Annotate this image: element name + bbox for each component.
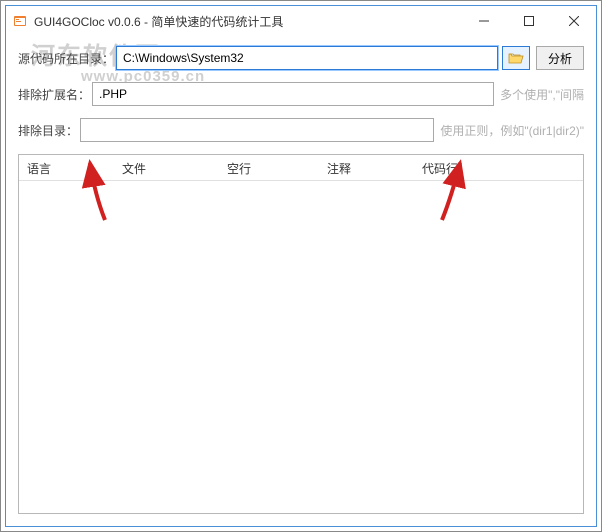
exclude-dir-input[interactable]: [80, 118, 434, 142]
window-title: GUI4GOCloc v0.0.6 - 简单快速的代码统计工具: [34, 13, 461, 30]
source-dir-input[interactable]: [116, 46, 498, 70]
close-button[interactable]: [551, 6, 596, 36]
exclude-dir-label: 排除目录：: [18, 122, 78, 139]
browse-button[interactable]: [502, 46, 530, 70]
exclude-dir-hint: 使用正则，例如"(dir1|dir2)": [440, 122, 584, 139]
source-dir-label: 源代码所在目录：: [18, 50, 114, 67]
exclude-ext-input-wrap: [92, 82, 494, 106]
exclude-ext-label: 排除扩展名：: [18, 86, 90, 103]
table-body: [19, 181, 583, 513]
col-blank[interactable]: 空行: [219, 155, 319, 180]
table-header: 语言 文件 空行 注释 代码行: [19, 155, 583, 181]
form-area: 源代码所在目录： 分析 排除扩展名： 多个使用","间隔 排除目录： 使用正则，…: [6, 36, 596, 154]
window-controls: [461, 6, 596, 36]
exclude-ext-hint: 多个使用","间隔: [500, 86, 584, 103]
results-table: 语言 文件 空行 注释 代码行: [18, 154, 584, 514]
col-language[interactable]: 语言: [19, 155, 114, 180]
analyze-button[interactable]: 分析: [536, 46, 584, 70]
exclude-dir-row: 排除目录： 使用正则，例如"(dir1|dir2)": [18, 118, 584, 142]
col-comment[interactable]: 注释: [319, 155, 414, 180]
exclude-ext-input[interactable]: [92, 82, 494, 106]
source-dir-row: 源代码所在目录： 分析: [18, 46, 584, 70]
titlebar: GUI4GOCloc v0.0.6 - 简单快速的代码统计工具: [6, 6, 596, 36]
exclude-dir-input-wrap: [80, 118, 434, 142]
source-dir-input-wrap: [116, 46, 498, 70]
col-files[interactable]: 文件: [114, 155, 219, 180]
app-icon: [12, 13, 28, 29]
col-code[interactable]: 代码行: [414, 155, 509, 180]
folder-open-icon: [508, 51, 524, 65]
exclude-ext-row: 排除扩展名： 多个使用","间隔: [18, 82, 584, 106]
maximize-button[interactable]: [506, 6, 551, 36]
app-window: GUI4GOCloc v0.0.6 - 简单快速的代码统计工具 河东软件园 ww…: [5, 5, 597, 527]
minimize-button[interactable]: [461, 6, 506, 36]
